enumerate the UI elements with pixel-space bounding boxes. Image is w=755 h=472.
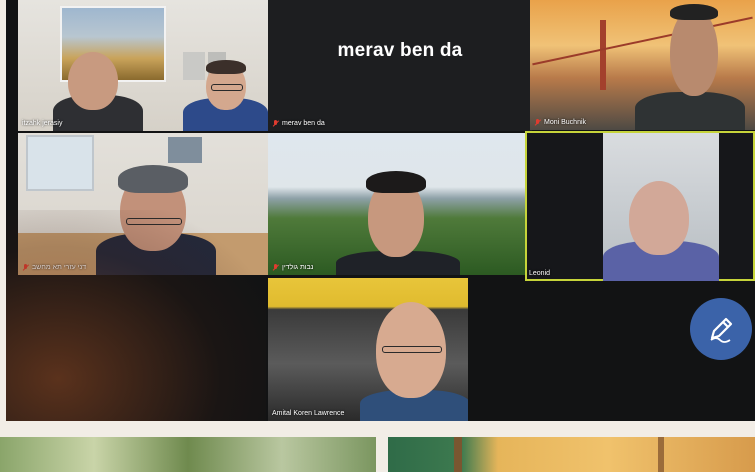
name-text: Leonid <box>529 270 551 277</box>
participant-name-label: Moni Buchnik <box>534 119 586 126</box>
mic-muted-icon <box>272 264 279 271</box>
name-text: דני עזרי תא מחשב <box>32 264 87 271</box>
participant-name-label: itzahk jerasiy <box>22 120 62 127</box>
participant-tile-4[interactable]: דני עזרי תא מחשב <box>18 133 268 275</box>
name-text: נבות גולדין <box>282 264 314 271</box>
name-text: merav ben da <box>282 120 325 127</box>
participant-tile-itzahk[interactable]: itzahk jerasiy <box>18 0 268 131</box>
mic-muted-icon <box>22 264 29 271</box>
bottom-photo-right <box>388 437 755 472</box>
participant-name-label: דני עזרי תא מחשב <box>22 264 86 271</box>
mic-muted-icon <box>534 119 541 126</box>
participant-name-label: merav ben da <box>272 120 325 127</box>
wall-map <box>26 135 94 191</box>
annotate-button[interactable] <box>690 298 752 360</box>
participant-tile-moni[interactable]: Moni Buchnik <box>530 0 755 130</box>
video-call-screen: itzahk jerasiy merav ben da merav ben da… <box>6 0 755 421</box>
bridge-tower <box>600 20 606 90</box>
participant-name-label: נבות גולדין <box>272 264 314 271</box>
mic-muted-icon <box>272 120 279 127</box>
photo-post <box>454 437 462 472</box>
participant-tile-amital[interactable]: Amital Koren Lawrence <box>268 278 468 421</box>
participant-name-label: Leonid <box>529 270 550 277</box>
name-text: Moni Buchnik <box>544 119 587 126</box>
photo-post <box>658 437 664 472</box>
pencil-icon <box>710 317 733 343</box>
participant-tile-leonid[interactable]: Leonid <box>525 131 755 281</box>
wall-device <box>183 52 205 80</box>
name-text: itzahk jerasiy <box>22 120 63 127</box>
participant-tile-merav[interactable]: merav ben da merav ben da <box>268 0 532 131</box>
name-text: Amital Koren Lawrence <box>272 410 345 417</box>
leonid-video-frame <box>603 133 719 281</box>
camera-off-name: merav ben da <box>337 40 463 61</box>
participant-name-label: Amital Koren Lawrence <box>272 410 344 417</box>
bottom-photo-left <box>0 437 376 472</box>
wall-picture <box>168 137 202 163</box>
participant-tile-5[interactable]: נבות גולדין <box>268 133 528 275</box>
